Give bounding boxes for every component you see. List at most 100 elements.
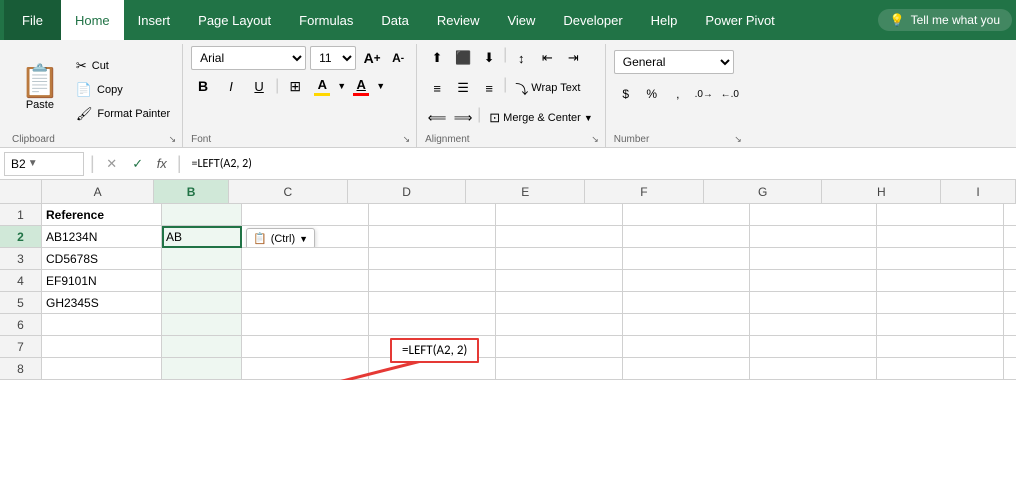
col-header-h[interactable]: H <box>822 180 941 203</box>
cell-d4[interactable] <box>369 270 496 292</box>
cell-e8[interactable] <box>496 358 623 380</box>
cell-h6[interactable] <box>877 314 1004 336</box>
cell-f8[interactable] <box>623 358 750 380</box>
col-header-b[interactable]: B <box>154 180 229 203</box>
row-num-6[interactable]: 6 <box>0 314 42 336</box>
font-family-select[interactable]: Arial <box>191 46 306 70</box>
menu-tab-data[interactable]: Data <box>367 0 422 40</box>
menu-tab-page-layout[interactable]: Page Layout <box>184 0 285 40</box>
cell-i2[interactable] <box>1004 226 1016 248</box>
format-painter-button[interactable]: 🖌 Format Painter <box>70 103 176 125</box>
menu-file[interactable]: File <box>4 0 61 40</box>
row-num-8[interactable]: 8 <box>0 358 42 380</box>
cell-b8[interactable] <box>162 358 242 380</box>
merge-center-button[interactable]: ⊡ Merge & Center ▼ <box>483 106 598 130</box>
cell-h1[interactable] <box>877 204 1004 226</box>
cell-f4[interactable] <box>623 270 750 292</box>
cell-c6[interactable] <box>242 314 369 336</box>
text-direction-button[interactable]: ↕ <box>509 46 533 70</box>
cell-i5[interactable] <box>1004 292 1016 314</box>
col-header-a[interactable]: A <box>42 180 154 203</box>
increase-font-button[interactable]: A+ <box>360 46 384 70</box>
cell-b6[interactable] <box>162 314 242 336</box>
row-num-3[interactable]: 3 <box>0 248 42 270</box>
underline-button[interactable]: U <box>247 74 271 98</box>
cell-h3[interactable] <box>877 248 1004 270</box>
cell-c3[interactable] <box>242 248 369 270</box>
cell-f3[interactable] <box>623 248 750 270</box>
cell-f5[interactable] <box>623 292 750 314</box>
copy-button[interactable]: 📄 Copy <box>70 79 176 101</box>
wrap-text-button[interactable]: ⤵ Wrap Text <box>509 76 586 100</box>
cell-ref-dropdown-icon[interactable]: ▼ <box>28 158 38 169</box>
cell-g1[interactable] <box>750 204 877 226</box>
formula-cancel-button[interactable]: ✕ <box>101 153 123 175</box>
cell-i6[interactable] <box>1004 314 1016 336</box>
cell-a4[interactable]: EF9101N <box>42 270 162 292</box>
col-header-f[interactable]: F <box>585 180 704 203</box>
cut-button[interactable]: ✂ Cut <box>70 55 176 77</box>
comma-button[interactable]: , <box>666 82 690 106</box>
alignment-expand-icon[interactable]: ↘ <box>591 134 599 145</box>
cell-d2[interactable] <box>369 226 496 248</box>
cell-c2[interactable]: 📋 (Ctrl) ▼ <box>242 226 369 248</box>
cell-f6[interactable] <box>623 314 750 336</box>
cell-c5[interactable] <box>242 292 369 314</box>
cell-e1[interactable] <box>496 204 623 226</box>
cell-b1[interactable] <box>162 204 242 226</box>
cell-f7[interactable] <box>623 336 750 358</box>
cell-i7[interactable] <box>1004 336 1016 358</box>
align-left-button[interactable]: ≡ <box>425 76 449 100</box>
menu-tab-formulas[interactable]: Formulas <box>285 0 367 40</box>
cell-e3[interactable] <box>496 248 623 270</box>
cell-g2[interactable] <box>750 226 877 248</box>
align-top-button[interactable]: ⬆ <box>425 46 449 70</box>
row-num-5[interactable]: 5 <box>0 292 42 314</box>
align-center-button[interactable]: ☰ <box>451 76 475 100</box>
menu-tab-power-pivot[interactable]: Power Pivot <box>691 0 788 40</box>
cell-reference-box[interactable]: B2 ▼ <box>4 152 84 176</box>
cell-g6[interactable] <box>750 314 877 336</box>
cell-g8[interactable] <box>750 358 877 380</box>
cell-g4[interactable] <box>750 270 877 292</box>
fill-color-button[interactable]: A <box>311 76 333 97</box>
menu-tab-help[interactable]: Help <box>637 0 692 40</box>
cell-d6[interactable] <box>369 314 496 336</box>
col-header-c[interactable]: C <box>229 180 348 203</box>
cell-a7[interactable] <box>42 336 162 358</box>
cell-b3[interactable] <box>162 248 242 270</box>
increase-decimal-button[interactable]: ←.0 <box>718 82 742 106</box>
cell-a5[interactable]: GH2345S <box>42 292 162 314</box>
number-expand-icon[interactable]: ↘ <box>734 134 742 145</box>
cell-c7[interactable] <box>242 336 369 358</box>
cell-i3[interactable] <box>1004 248 1016 270</box>
cell-i8[interactable] <box>1004 358 1016 380</box>
indent-decrease-button[interactable]: ⇤ <box>535 46 559 70</box>
paste-button[interactable]: 📋 Paste <box>12 53 68 123</box>
menu-tab-review[interactable]: Review <box>423 0 494 40</box>
cell-c8[interactable] <box>242 358 369 380</box>
cell-b2[interactable]: AB <box>162 226 242 248</box>
fill-dropdown-icon[interactable]: ▼ <box>337 81 346 91</box>
cell-g5[interactable] <box>750 292 877 314</box>
col-header-d[interactable]: D <box>348 180 467 203</box>
row-num-4[interactable]: 4 <box>0 270 42 292</box>
cell-h5[interactable] <box>877 292 1004 314</box>
italic-button[interactable]: I <box>219 74 243 98</box>
cell-e6[interactable] <box>496 314 623 336</box>
cell-e7[interactable] <box>496 336 623 358</box>
cell-h4[interactable] <box>877 270 1004 292</box>
merge-dropdown-icon[interactable]: ▼ <box>584 113 593 123</box>
cell-d1[interactable] <box>369 204 496 226</box>
cell-h8[interactable] <box>877 358 1004 380</box>
cell-d3[interactable] <box>369 248 496 270</box>
cell-e5[interactable] <box>496 292 623 314</box>
cell-i1[interactable] <box>1004 204 1016 226</box>
cell-c4[interactable] <box>242 270 369 292</box>
row-num-2[interactable]: 2 <box>0 226 42 248</box>
align-bottom-button[interactable]: ⬇ <box>477 46 501 70</box>
cell-d5[interactable] <box>369 292 496 314</box>
cell-a3[interactable]: CD5678S <box>42 248 162 270</box>
cell-g3[interactable] <box>750 248 877 270</box>
cell-a1[interactable]: Reference <box>42 204 162 226</box>
